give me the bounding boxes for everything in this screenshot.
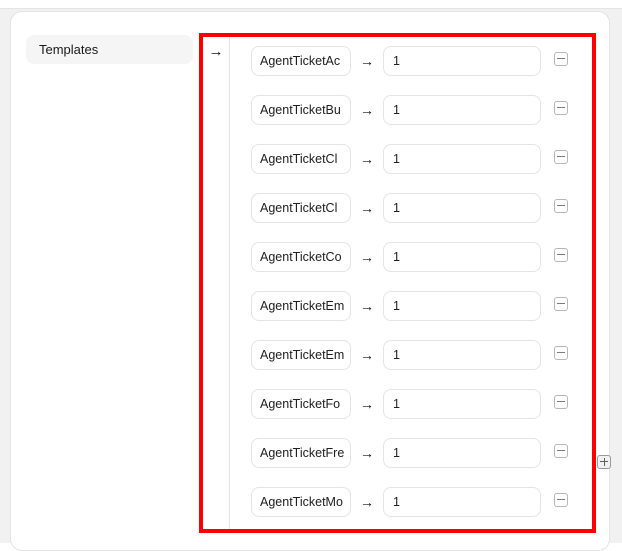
mapping-key-input[interactable]: AgentTicketMo (251, 487, 351, 517)
mapping-key-input[interactable]: AgentTicketEm (251, 340, 351, 370)
mapping-row: AgentTicketEm → 1 (230, 340, 592, 389)
remove-row-button[interactable] (554, 395, 568, 409)
row-arrow-icon: → (360, 102, 374, 118)
mapping-row: AgentTicketFre → 1 (230, 438, 592, 487)
row-arrow-icon: → (360, 396, 374, 412)
row-arrow-icon: → (360, 494, 374, 510)
remove-row-button[interactable] (554, 248, 568, 262)
top-divider (0, 8, 622, 9)
mapping-row: AgentTicketBu → 1 (230, 95, 592, 144)
remove-row-button[interactable] (554, 346, 568, 360)
row-arrow-icon: → (360, 347, 374, 363)
row-arrow-icon: → (360, 249, 374, 265)
mapping-rows-panel: AgentTicketAc → 1 AgentTicketBu → 1 AgentTicke… (229, 37, 592, 529)
right-arrow-icon: → (208, 43, 224, 60)
mapping-value-input[interactable]: 1 (383, 438, 541, 468)
mapping-row: AgentTicketCo → 1 (230, 242, 592, 291)
mapping-row: AgentTicketEm → 1 (230, 291, 592, 340)
mapping-row: AgentTicketCl → 1 (230, 193, 592, 242)
mapping-row: AgentTicketMo → 1 (230, 487, 592, 529)
row-arrow-icon: → (360, 151, 374, 167)
mapping-row: AgentTicketAc → 1 (230, 46, 592, 95)
mapping-value-input[interactable]: 1 (383, 193, 541, 223)
mapping-value-input[interactable]: 1 (383, 242, 541, 272)
remove-row-button[interactable] (554, 493, 568, 507)
remove-row-button[interactable] (554, 101, 568, 115)
section-label-pill: Templates (26, 35, 193, 64)
remove-row-button[interactable] (554, 52, 568, 66)
remove-row-button[interactable] (554, 150, 568, 164)
mapping-key-input[interactable]: AgentTicketCl (251, 193, 351, 223)
mapping-region: → AgentTicketAc → 1 AgentTicketBu → 1 AgentTic… (203, 37, 592, 529)
mapping-value-input[interactable]: 1 (383, 389, 541, 419)
remove-row-button[interactable] (554, 297, 568, 311)
mapping-value-input[interactable]: 1 (383, 291, 541, 321)
mapping-value-input[interactable]: 1 (383, 46, 541, 76)
row-arrow-icon: → (360, 445, 374, 461)
row-arrow-icon: → (360, 53, 374, 69)
mapping-key-input[interactable]: AgentTicketFre (251, 438, 351, 468)
remove-row-button[interactable] (554, 444, 568, 458)
mapping-value-input[interactable]: 1 (383, 144, 541, 174)
mapping-row: AgentTicketCl → 1 (230, 144, 592, 193)
row-arrow-icon: → (360, 298, 374, 314)
mapping-key-input[interactable]: AgentTicketFo (251, 389, 351, 419)
mapping-key-input[interactable]: AgentTicketEm (251, 291, 351, 321)
mapping-key-input[interactable]: AgentTicketBu (251, 95, 351, 125)
add-row-button[interactable] (597, 455, 611, 469)
section-label-text: Templates (39, 42, 99, 57)
page-root: Templates → AgentTicketAc → 1 AgentTicketBu… (0, 0, 622, 551)
mapping-value-input[interactable]: 1 (383, 340, 541, 370)
mapping-key-input[interactable]: AgentTicketAc (251, 46, 351, 76)
mapping-row: AgentTicketFo → 1 (230, 389, 592, 438)
remove-row-button[interactable] (554, 199, 568, 213)
mapping-value-input[interactable]: 1 (383, 487, 541, 517)
mapping-value-input[interactable]: 1 (383, 95, 541, 125)
mapping-key-input[interactable]: AgentTicketCl (251, 144, 351, 174)
hash-arrow-column: → (203, 37, 229, 529)
mapping-rows-list: AgentTicketAc → 1 AgentTicketBu → 1 AgentTicke… (230, 46, 592, 529)
mapping-key-input[interactable]: AgentTicketCo (251, 242, 351, 272)
row-arrow-icon: → (360, 200, 374, 216)
